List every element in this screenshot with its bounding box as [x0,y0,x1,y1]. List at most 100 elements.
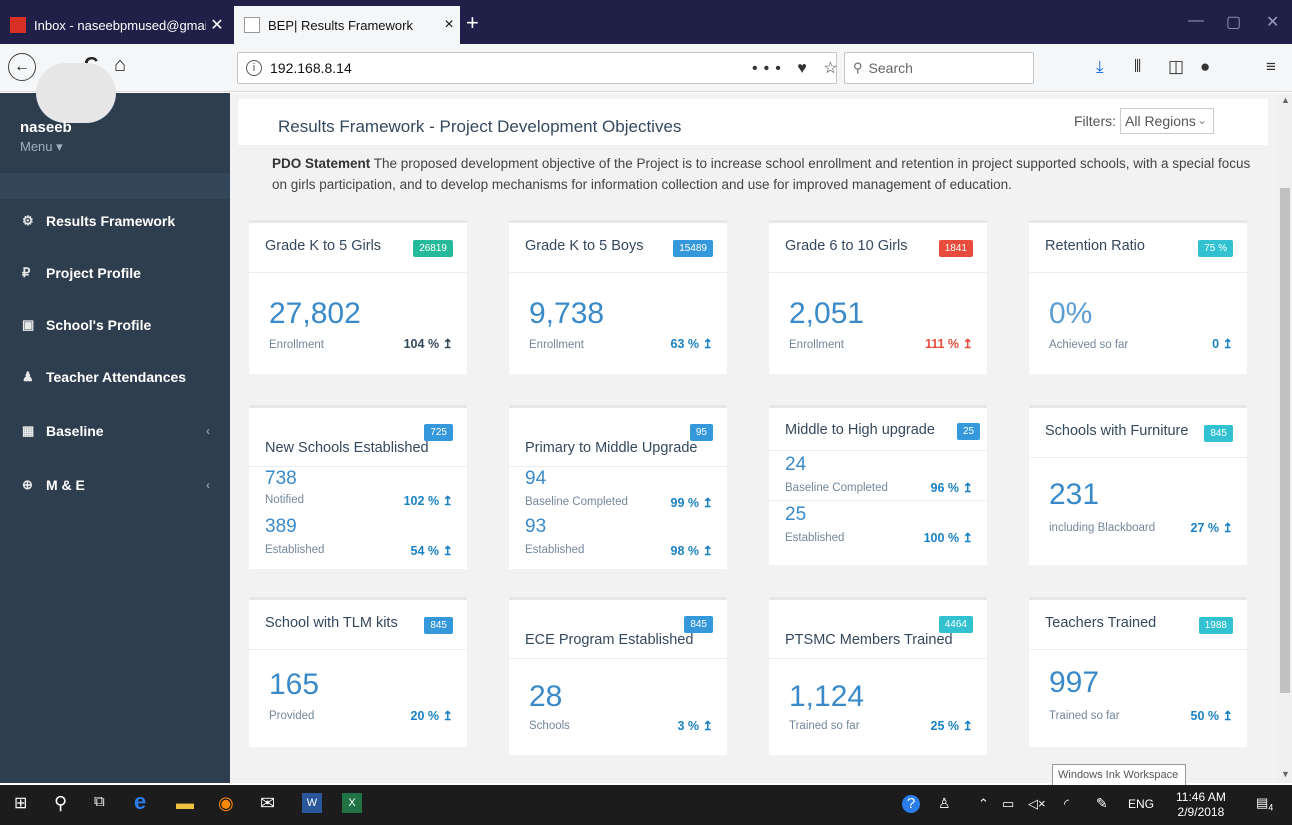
avatar [36,63,116,123]
sidebar-item-label: School's Profile [46,317,152,333]
sidebar-item-teacher-attendances[interactable]: ♟ Teacher Attendances [0,357,230,397]
page-icon [244,17,260,33]
card-title: Grade K to 5 Boys [525,238,644,254]
people-icon[interactable]: ♙ [938,795,951,812]
target-badge: 26819 [413,240,453,257]
pen-workspace-icon[interactable]: ✎ [1096,795,1108,812]
chevron-down-icon: ⌄ [1196,113,1207,127]
sidebar-item-label: Teacher Attendances [46,369,187,385]
word-icon[interactable]: W [302,793,322,813]
close-window-icon[interactable]: ✕ [1266,12,1279,32]
chevron-left-icon: ‹ [206,424,210,438]
card-title: Middle to High upgrade [785,422,935,438]
sidebar-item-results-framework[interactable]: ⚙ Results Framework [0,201,230,241]
card-new-schools: New Schools Established 725 738 Notified… [249,405,467,569]
excel-icon[interactable]: X [342,793,362,813]
clock[interactable]: 11:46 AM 2/9/2018 [1176,790,1226,820]
card-title: PTSMC Members Trained [785,632,953,648]
hamburger-menu-icon[interactable]: ≡ [1266,57,1276,77]
speaker-muted-icon[interactable]: ◁× [1028,796,1046,812]
site-info-icon[interactable]: i [246,60,262,76]
search-placeholder: Search [868,60,913,76]
card-percent: 3 % ↥ [677,719,714,733]
task-view-icon[interactable]: ⧉ [94,793,105,810]
language-indicator[interactable]: ENG [1128,797,1154,811]
card-label: Achieved so far [1049,339,1129,351]
row-value: 738 [265,468,297,489]
chevron-up-icon[interactable]: ⌃ [978,796,989,812]
windows-start-icon[interactable]: ⊞ [14,793,27,813]
edge-icon[interactable]: e [134,789,146,815]
battery-icon[interactable]: ▭ [1002,796,1014,812]
sidebar-item-schools-profile[interactable]: ▣ School's Profile [0,305,230,345]
search-icon[interactable]: ⚲ [54,793,67,814]
card-ptsmc-members: PTSMC Members Trained 4464 1,124 Trained… [769,597,987,755]
card-percent: 111 % ↥ [924,337,973,351]
pdo-label: PDO Statement [272,156,371,171]
card-furniture: Schools with Furniture 845 231 including… [1029,405,1247,565]
card-value: 231 [1049,478,1100,511]
card-title: Grade 6 to 10 Girls [785,238,908,254]
card-label: Provided [269,710,315,722]
help-icon[interactable]: ? [902,795,920,813]
card-value: 28 [529,680,563,713]
row-value: 389 [265,516,297,537]
sidebar-item-baseline[interactable]: ▦ Baseline ‹ [0,411,230,451]
scroll-up-icon[interactable]: ▲ [1281,95,1290,105]
tab-results-framework[interactable]: BEP| Results Framework × [234,6,460,44]
sidebar-item-project-profile[interactable]: ₽ Project Profile [0,253,230,293]
library-icon[interactable]: ⫴ [1134,57,1141,77]
sidebar-toggle-icon[interactable]: ◫ [1168,57,1184,77]
sidebar-item-label: M & E [46,477,85,493]
home-button[interactable]: ⌂ [114,54,126,77]
wifi-icon[interactable]: ◜ [1064,796,1069,812]
gears-icon: ⚙ [22,213,34,228]
tab-gmail[interactable]: Inbox - naseebpmused@gmail ✕ [0,6,228,44]
back-button[interactable]: ← [8,53,36,81]
card-value: 0% [1049,297,1093,330]
card-g6-10-girls: Grade 6 to 10 Girls 1841 2,051 Enrollmen… [769,220,987,374]
card-value: 9,738 [529,297,605,330]
firefox-icon[interactable]: ◉ [218,793,234,814]
target-badge: 1841 [938,240,973,257]
page-actions[interactable]: ••• ♥ ☆ [752,58,844,78]
card-k5-boys: Grade K to 5 Boys 15489 9,738 Enrollment… [509,220,727,374]
maximize-icon[interactable]: ▢ [1226,12,1241,32]
card-title: Grade K to 5 Girls [265,238,382,254]
notification-count: 4 [1268,802,1274,813]
mail-icon[interactable]: ✉ [260,793,275,814]
search-input[interactable]: ⚲ Search [844,52,1034,84]
url-bar[interactable]: i 192.168.8.14 [237,52,837,84]
card-title: Schools with Furniture [1045,423,1189,439]
scroll-down-icon[interactable]: ▼ [1281,769,1290,779]
divider [509,466,727,467]
card-percent: 63 % ↥ [670,337,713,351]
minimize-icon[interactable]: — [1188,12,1204,30]
row-percent: 102 % ↥ [403,494,453,508]
scrollbar-thumb[interactable] [1280,188,1290,693]
download-icon[interactable]: ⤓ [1096,57,1104,77]
card-value: 997 [1049,666,1100,699]
user-menu-toggle[interactable]: Menu ▾ [20,139,63,155]
row-percent: 100 % ↥ [923,531,973,545]
tab-results-framework-close-icon[interactable]: × [438,16,460,34]
user-divider [0,173,230,199]
sidebar-item-m-and-e[interactable]: ⊕ M & E ‹ [0,465,230,505]
user-icon: ♟ [22,369,34,384]
new-tab-button[interactable]: + [466,12,479,34]
extension-icon[interactable]: ● [1200,57,1210,77]
grid-icon: ▦ [22,423,35,438]
notifications-icon[interactable]: ▤4 [1256,795,1273,813]
tab-gmail-close-icon[interactable]: ✕ [206,15,228,35]
file-explorer-icon[interactable]: ▬ [176,793,194,814]
card-teachers-trained: Teachers Trained 1988 997 Trained so far… [1029,597,1247,747]
card-title: Teachers Trained [1045,615,1157,631]
card-k5-girls: Grade K to 5 Girls 26819 27,802 Enrollme… [249,220,467,374]
filters-label: Filters: [1074,113,1116,129]
vertical-scrollbar[interactable]: ▲ ▼ [1278,93,1292,783]
target-badge: 1988 [1198,617,1233,634]
card-label: Enrollment [269,339,324,351]
region-filter-select[interactable]: All Regions ⌄ [1120,108,1214,134]
row-label: Notified [265,494,304,506]
pdo-text: The proposed development objective of th… [272,156,1251,192]
